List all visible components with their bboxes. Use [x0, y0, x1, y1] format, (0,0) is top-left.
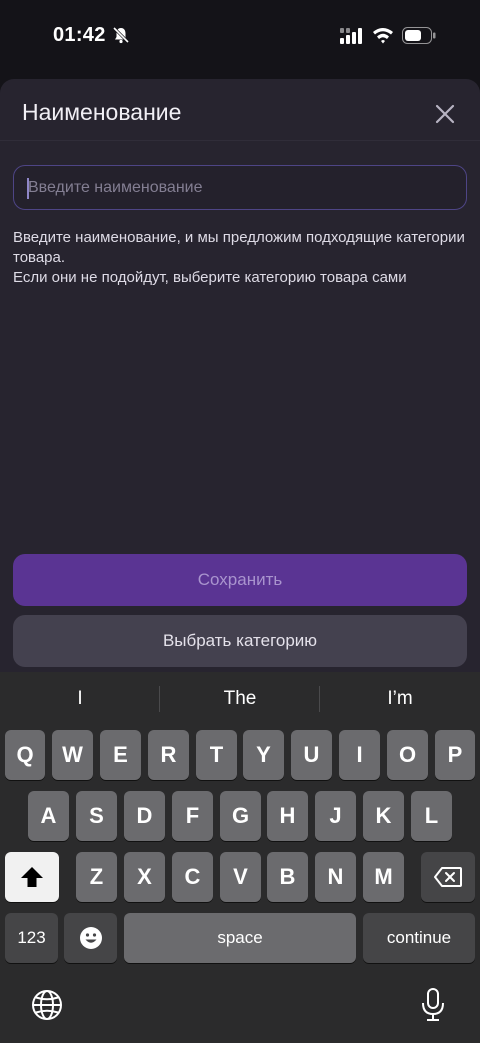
key-f[interactable]: F	[172, 791, 213, 841]
key-x[interactable]: X	[124, 852, 165, 902]
suggestion-item[interactable]: The	[160, 688, 320, 710]
key-s[interactable]: S	[76, 791, 117, 841]
microphone-icon	[422, 988, 444, 1021]
status-time: 01:42	[53, 24, 106, 46]
hint-line-2: Если они не подойдут, выберите категорию…	[13, 269, 407, 286]
wifi-icon	[373, 28, 393, 44]
microphone-button[interactable]	[416, 988, 450, 1022]
key-u[interactable]: U	[291, 730, 332, 780]
key-o[interactable]: O	[387, 730, 428, 780]
shift-icon	[21, 867, 43, 887]
sheet-header: Наименование	[0, 79, 480, 141]
suggestion-item[interactable]: I’m	[320, 688, 480, 710]
suggestion-item[interactable]: I	[0, 688, 160, 710]
numbers-key[interactable]: 123	[5, 913, 58, 963]
key-q[interactable]: Q	[5, 730, 45, 780]
key-y[interactable]: Y	[243, 730, 284, 780]
shift-key[interactable]	[5, 852, 59, 902]
key-d[interactable]: D	[124, 791, 165, 841]
backspace-icon	[434, 867, 462, 887]
key-v[interactable]: V	[220, 852, 261, 902]
key-l[interactable]: L	[411, 791, 452, 841]
close-button[interactable]	[430, 99, 460, 129]
key-g[interactable]: G	[220, 791, 261, 841]
text-caret	[27, 178, 29, 199]
name-sheet: Наименование Введите наименование, и мы …	[0, 79, 480, 679]
continue-key[interactable]: continue	[363, 913, 475, 963]
globe-button[interactable]	[30, 988, 64, 1022]
hint-text: Введите наименование, и мы предложим под…	[13, 228, 468, 288]
keyboard: I The I’m Q W E R T Y U I O P A S D F G …	[0, 672, 480, 1043]
key-b[interactable]: B	[267, 852, 308, 902]
key-t[interactable]: T	[196, 730, 237, 780]
key-z[interactable]: Z	[76, 852, 117, 902]
space-key[interactable]: space	[124, 913, 356, 963]
battery-icon	[402, 27, 436, 44]
backspace-key[interactable]	[421, 852, 475, 902]
key-a[interactable]: A	[28, 791, 69, 841]
key-k[interactable]: K	[363, 791, 404, 841]
emoji-icon	[79, 927, 102, 949]
save-button[interactable]: Сохранить	[13, 554, 467, 606]
choose-category-button[interactable]: Выбрать категорию	[13, 615, 467, 667]
key-i[interactable]: I	[339, 730, 380, 780]
emoji-key[interactable]	[64, 913, 117, 963]
hint-line-1: Введите наименование, и мы предложим под…	[13, 229, 465, 266]
key-w[interactable]: W	[52, 730, 93, 780]
name-input-container[interactable]	[13, 165, 467, 210]
key-h[interactable]: H	[267, 791, 308, 841]
key-p[interactable]: P	[435, 730, 475, 780]
globe-icon	[32, 990, 62, 1020]
key-j[interactable]: J	[315, 791, 356, 841]
sheet-title: Наименование	[22, 99, 182, 125]
suggestion-bar: I The I’m	[0, 672, 480, 724]
status-bar: 01:42	[0, 0, 480, 72]
key-c[interactable]: C	[172, 852, 213, 902]
key-e[interactable]: E	[100, 730, 141, 780]
key-n[interactable]: N	[315, 852, 356, 902]
key-m[interactable]: M	[363, 852, 404, 902]
key-r[interactable]: R	[148, 730, 189, 780]
close-icon	[435, 104, 455, 124]
bell-off-icon	[112, 26, 130, 44]
name-input[interactable]	[14, 166, 466, 209]
signal-icon	[340, 28, 362, 44]
